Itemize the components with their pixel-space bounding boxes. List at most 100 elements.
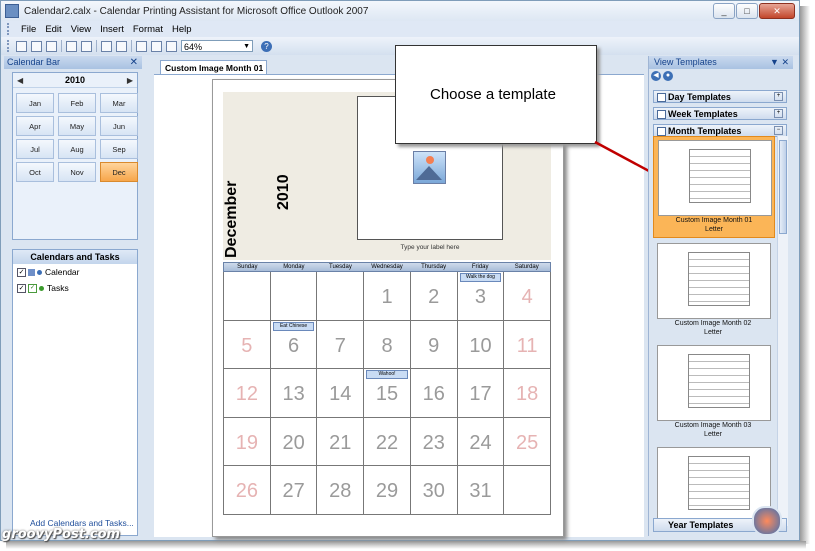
day-cell[interactable]: 13 — [270, 369, 318, 418]
month-aug[interactable]: Aug — [58, 139, 96, 159]
day-cell[interactable]: 8 — [364, 320, 411, 369]
day-cell[interactable] — [270, 272, 318, 321]
menu-format[interactable]: Format — [133, 24, 163, 35]
insert-picture-icon[interactable] — [136, 40, 147, 52]
refresh-icon[interactable] — [101, 40, 112, 52]
day-cell[interactable]: 30 — [410, 466, 458, 515]
edit-icon[interactable] — [166, 40, 177, 52]
grip-icon — [7, 23, 12, 35]
month-nov[interactable]: Nov — [58, 162, 96, 182]
month-title[interactable]: December — [223, 181, 263, 258]
tasks-item[interactable]: ✓ ✓ Tasks — [13, 280, 137, 296]
day-cell[interactable]: 17 — [457, 369, 505, 418]
back-icon[interactable]: ◀ — [651, 71, 661, 81]
menu-view[interactable]: View — [71, 24, 91, 35]
image-caption[interactable]: Type your label here — [357, 244, 503, 251]
day-cell[interactable]: 20 — [270, 417, 318, 466]
next-year-arrow-icon[interactable]: ▶ — [127, 76, 133, 85]
expand-icon[interactable]: + — [774, 92, 783, 101]
text-style-icon[interactable] — [151, 40, 162, 52]
copy-icon[interactable] — [116, 40, 127, 52]
calendar-checkbox[interactable]: ✓ — [17, 267, 26, 277]
month-mar[interactable]: Mar — [100, 93, 138, 113]
template-scrollbar[interactable] — [777, 136, 788, 526]
day-cell[interactable]: 3 Walk the dog — [457, 272, 505, 321]
day-cell[interactable]: 9 — [410, 320, 458, 369]
month-feb[interactable]: Feb — [58, 93, 96, 113]
day-cell[interactable]: 5 — [223, 320, 271, 369]
day-cell[interactable]: 11 — [504, 320, 552, 369]
previous-year-arrow-icon[interactable]: ◀ — [17, 76, 23, 85]
day-cell[interactable]: 4 — [504, 272, 552, 321]
open-icon[interactable] — [31, 40, 42, 52]
calendar-event[interactable]: Wahoo! — [366, 370, 408, 379]
print-preview-icon[interactable] — [81, 40, 92, 52]
day-cell[interactable]: 1 — [364, 272, 411, 321]
day-cell[interactable]: 14 — [317, 369, 365, 418]
menu-insert[interactable]: Insert — [100, 24, 124, 35]
month-jun[interactable]: Jun — [100, 116, 138, 136]
day-cell[interactable]: 25 — [504, 417, 552, 466]
day-templates-section[interactable]: Day Templates + — [653, 90, 787, 103]
months-grid: Jan Feb Mar Apr May Jun Jul Aug Sep Oct Nov Dec — [13, 88, 138, 182]
day-cell[interactable]: 26 — [223, 466, 271, 515]
day-cell[interactable]: 23 — [410, 417, 458, 466]
day-cell[interactable]: 24 — [457, 417, 505, 466]
year-title[interactable]: 2010 — [275, 174, 293, 210]
close-icon[interactable]: ✕ — [130, 56, 138, 69]
day-cell[interactable]: 2 — [410, 272, 458, 321]
day-cell[interactable]: 7 — [317, 320, 365, 369]
maximize-button[interactable]: □ — [736, 3, 758, 19]
day-cell[interactable]: 12 — [223, 369, 271, 418]
tab-custom-image-month-01[interactable]: Custom Image Month 01 — [160, 60, 267, 74]
calendar-event[interactable]: Eat Chinese — [272, 321, 315, 331]
expand-icon[interactable]: + — [774, 109, 783, 118]
day-cell[interactable]: 22 — [364, 417, 411, 466]
help-icon[interactable]: ? — [261, 40, 272, 52]
print-icon[interactable] — [66, 40, 77, 52]
zoom-select[interactable]: 64% ▼ — [181, 40, 253, 52]
calendar-bar-pane: Calendar Bar ✕ ◀ 2010 ▶ Jan Feb Mar Apr May J… — [4, 56, 142, 536]
pane-options-icon[interactable]: ▼ ✕ — [770, 56, 789, 69]
day-cell[interactable]: 19 — [223, 417, 271, 466]
week-templates-section[interactable]: Week Templates + — [653, 107, 787, 120]
month-sep[interactable]: Sep — [100, 139, 138, 159]
day-cell[interactable]: 6 Eat Chinese — [270, 320, 318, 369]
month-dec[interactable]: Dec — [100, 162, 138, 182]
month-oct[interactable]: Oct — [16, 162, 54, 182]
template-thumbnail[interactable]: Custom Image Month 02 Letter — [653, 240, 773, 340]
month-jul[interactable]: Jul — [16, 139, 54, 159]
template-thumbnail[interactable]: Custom Image Month 01 Letter — [653, 136, 775, 238]
menu-help[interactable]: Help — [172, 24, 192, 35]
day-cell[interactable]: 29 — [364, 466, 411, 515]
month-apr[interactable]: Apr — [16, 116, 54, 136]
collapse-icon[interactable]: − — [774, 126, 783, 135]
month-jan[interactable]: Jan — [16, 93, 54, 113]
close-button[interactable]: ✕ — [759, 3, 795, 19]
home-icon[interactable]: ● — [663, 71, 673, 81]
menu-edit[interactable]: Edit — [45, 24, 61, 35]
day-cell[interactable]: 15 Wahoo! — [364, 369, 411, 418]
calendar-event[interactable]: Walk the dog — [459, 273, 502, 282]
day-cell[interactable] — [317, 272, 365, 321]
day-cell[interactable]: 10 — [457, 320, 505, 369]
day-cell[interactable] — [504, 466, 552, 515]
template-thumbnail[interactable]: Custom Image Month 03 Letter — [653, 342, 773, 442]
month-may[interactable]: May — [58, 116, 96, 136]
scrollbar-thumb[interactable] — [779, 140, 787, 234]
minimize-button[interactable]: _ — [713, 3, 735, 19]
new-icon[interactable] — [16, 40, 27, 52]
menu-file[interactable]: File — [21, 24, 36, 35]
day-cell[interactable]: 31 — [457, 466, 505, 515]
save-icon[interactable] — [46, 40, 57, 52]
day-cell[interactable]: 21 — [317, 417, 365, 466]
day-cell[interactable]: 28 — [317, 466, 365, 515]
tasks-checkbox[interactable]: ✓ — [17, 283, 26, 293]
day-cell[interactable]: 18 — [504, 369, 552, 418]
callout-box: Choose a template — [395, 45, 597, 144]
calendar-item[interactable]: ✓ Calendar — [13, 264, 137, 280]
day-cell[interactable]: 27 — [270, 466, 318, 515]
day-cell[interactable]: 16 — [410, 369, 458, 418]
window-title: Calendar2.calx - Calendar Printing Assis… — [24, 5, 369, 17]
day-cell[interactable] — [223, 272, 271, 321]
